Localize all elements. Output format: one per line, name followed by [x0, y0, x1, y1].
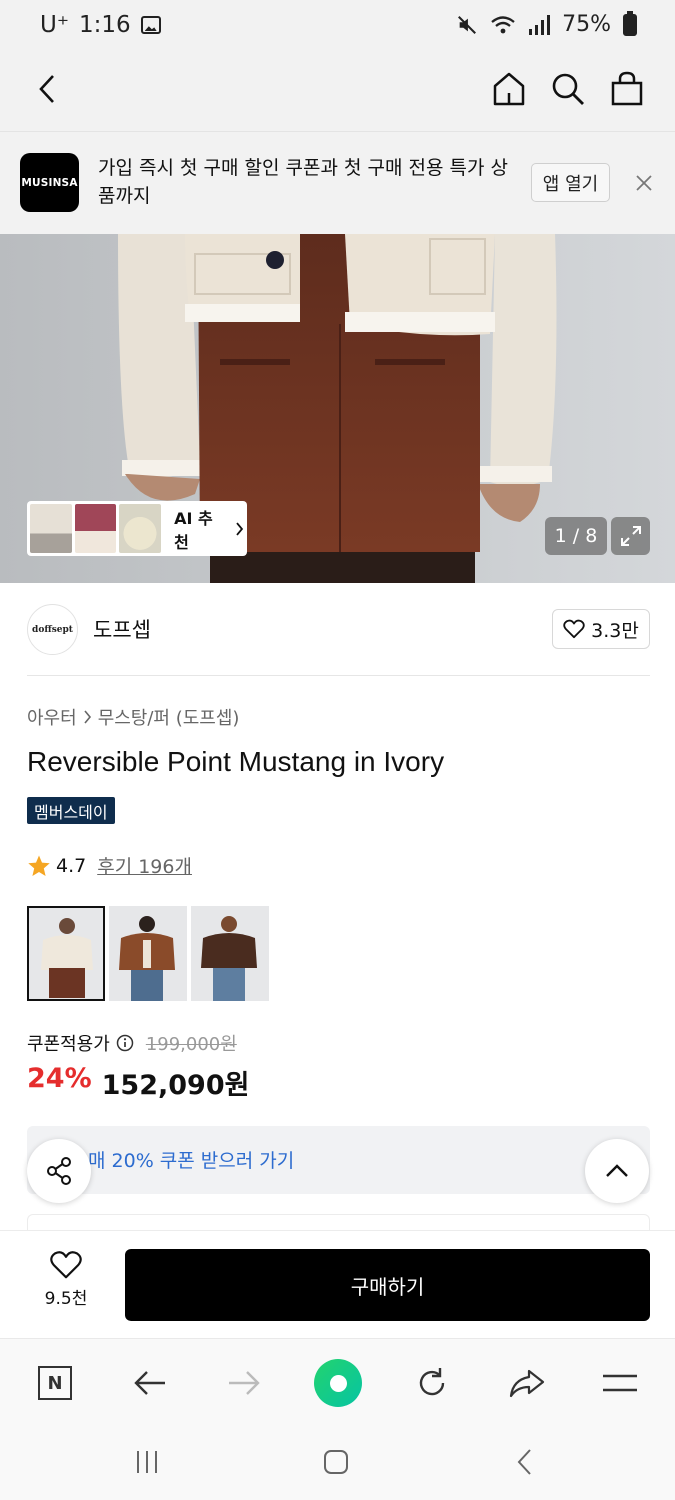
app-install-banner: MUSINSA 가입 즉시 첫 구매 할인 쿠폰과 첫 구매 전용 특가 상품까… [0, 132, 675, 234]
coupon-banner-text[interactable]: 매 20% 쿠폰 받으러 가기 [88, 1146, 294, 1173]
share-icon [47, 1157, 71, 1185]
forward-share-icon [509, 1369, 545, 1398]
heart-icon [50, 1251, 82, 1279]
original-price: 199,000원 [145, 1034, 237, 1055]
chevron-up-icon [606, 1164, 628, 1177]
discount-rate: 24% [27, 1063, 92, 1094]
close-icon [636, 175, 652, 191]
ai-recommend-strip[interactable]: AI 추천 [27, 501, 247, 556]
naver-n-icon: N [38, 1366, 72, 1400]
brand-like-button[interactable]: 3.3만 [552, 609, 650, 649]
status-bar: U⁺ 1:16 75% [0, 0, 675, 46]
recommend-thumb-1[interactable] [30, 504, 72, 553]
ai-recommend-text: AI 추천 [174, 508, 213, 552]
price-row: 24% 152,090원 [27, 1063, 249, 1102]
color-options [27, 906, 269, 1001]
mute-icon [458, 15, 477, 34]
signal-icon [529, 14, 551, 35]
musinsa-logo: MUSINSA [20, 153, 79, 212]
ai-recommend-label[interactable]: AI 추천 [174, 505, 244, 553]
search-button[interactable] [547, 68, 589, 110]
expand-image-button[interactable] [611, 517, 650, 555]
members-day-badge: 멤버스데이 [27, 797, 115, 824]
breadcrumb: 아우터 무스탕/퍼 (도프셉) [27, 704, 239, 730]
browser-back-button[interactable] [126, 1359, 174, 1407]
chevron-right-icon [84, 710, 91, 724]
shopping-bag-icon [611, 71, 643, 106]
clock: 1:16 [78, 12, 131, 38]
product-title: Reversible Point Mustang in Ivory [27, 746, 445, 777]
cart-button[interactable] [606, 68, 648, 110]
color-option-dark-brown[interactable] [191, 906, 269, 1001]
naver-home-button[interactable]: N [31, 1359, 79, 1407]
recommend-thumb-2[interactable] [74, 504, 117, 553]
browser-toolbar: N [0, 1338, 675, 1426]
heart-icon [563, 619, 585, 639]
system-back-button[interactable] [505, 1444, 545, 1480]
rating-value: 4.7 [56, 854, 87, 877]
color-option-brown[interactable] [109, 906, 187, 1001]
star-icon [28, 855, 50, 876]
menu-button[interactable] [596, 1359, 644, 1407]
recent-apps-icon [137, 1451, 157, 1473]
image-counter: 1 / 8 [545, 517, 607, 555]
image-notification-icon [140, 16, 161, 34]
coupon-price-line: 쿠폰적용가 199,000원 [27, 1030, 237, 1056]
status-left: U⁺ 1:16 [40, 12, 161, 38]
status-right: 75% [456, 10, 637, 37]
divider [27, 675, 650, 676]
breadcrumb-item-1[interactable]: 아우터 [27, 704, 77, 730]
green-dot-button[interactable] [314, 1359, 362, 1407]
chevron-left-icon [517, 1449, 531, 1475]
final-price: 152,090원 [101, 1070, 250, 1101]
color-option-ivory[interactable] [27, 906, 105, 1001]
info-icon[interactable] [116, 1034, 134, 1052]
breadcrumb-item-2[interactable]: 무스탕/퍼 (도프셉) [98, 704, 240, 730]
browser-forward-button[interactable] [220, 1359, 268, 1407]
system-navigation [0, 1426, 675, 1500]
carrier-label: U⁺ [40, 12, 69, 38]
search-icon [552, 73, 584, 105]
battery-percent: 75% [562, 12, 611, 37]
wishlist-button[interactable]: 9.5천 [30, 1250, 102, 1309]
coupon-price-label: 쿠폰적용가 [27, 1034, 110, 1055]
system-home-button[interactable] [316, 1444, 356, 1480]
top-navigation [0, 46, 675, 132]
scroll-top-button[interactable] [585, 1139, 649, 1203]
banner-message: 가입 즉시 첫 구매 할인 쿠폰과 첫 구매 전용 특가 상품까지 [98, 157, 508, 207]
chevron-right-icon [236, 521, 244, 536]
brand-logo[interactable]: doffsept [27, 604, 78, 655]
brand-name[interactable]: 도프셉 [93, 614, 151, 644]
color-option-image [109, 906, 187, 1001]
home-button[interactable] [488, 68, 530, 110]
chevron-left-icon [39, 75, 54, 103]
green-dot-icon [314, 1359, 362, 1407]
back-button[interactable] [26, 68, 68, 110]
refresh-icon [419, 1368, 445, 1396]
hamburger-icon [603, 1374, 637, 1392]
home-square-icon [324, 1450, 348, 1474]
color-option-image [29, 908, 103, 999]
rating-row: 4.7 후기 196개 [27, 852, 192, 879]
color-option-image [191, 906, 269, 1001]
buy-button[interactable]: 구매하기 [125, 1249, 650, 1321]
home-icon [493, 72, 525, 106]
share-button[interactable] [27, 1139, 91, 1203]
review-link[interactable]: 후기 196개 [97, 852, 192, 879]
refresh-button[interactable] [408, 1359, 456, 1407]
wifi-icon [491, 15, 515, 33]
battery-icon [623, 10, 637, 36]
expand-icon [620, 526, 641, 546]
arrow-right-icon [229, 1371, 260, 1395]
recommend-thumb-3[interactable] [119, 504, 162, 553]
open-app-button[interactable]: 앱 열기 [531, 163, 610, 202]
arrow-left-icon [134, 1371, 165, 1395]
brand-like-count: 3.3만 [591, 619, 639, 642]
wishlist-count: 9.5천 [44, 1289, 88, 1309]
share-page-button[interactable] [503, 1359, 551, 1407]
banner-close-button[interactable] [630, 169, 658, 197]
recent-apps-button[interactable] [127, 1444, 167, 1480]
